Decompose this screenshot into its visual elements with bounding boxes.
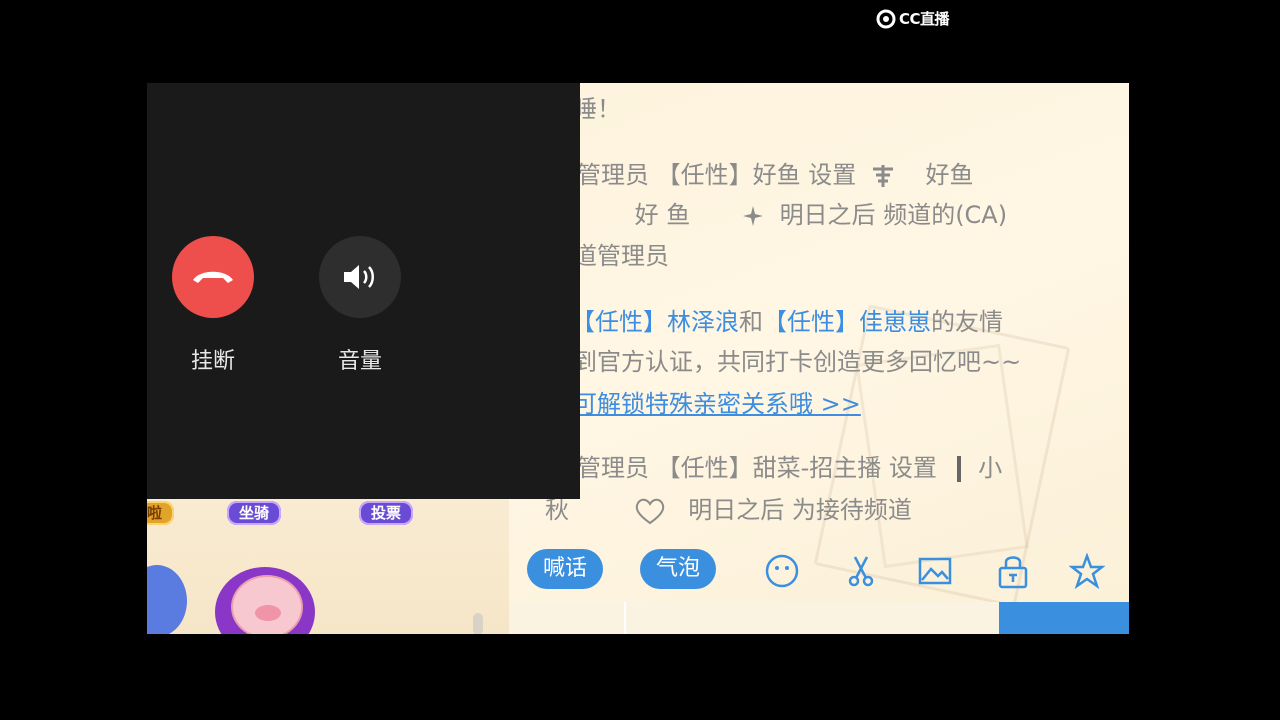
chat-text: 和 [739, 308, 763, 336]
user-link[interactable]: 【任性】林泽浪 [571, 308, 739, 336]
chat-panel: 睡！ 管理员 【任性】好鱼 设置 好鱼 好 鱼 明日之后 频道的(CA) 道管理… [509, 83, 1129, 634]
emoji-icon[interactable] [764, 553, 800, 589]
divider [624, 602, 626, 634]
send-button[interactable] [999, 602, 1129, 634]
chat-input-row [509, 602, 1129, 634]
user-link[interactable]: 【任性】佳崽崽 [763, 308, 931, 336]
chat-message: 道管理员 [573, 240, 669, 272]
pig-nose [255, 605, 281, 621]
heart-icon [635, 498, 664, 525]
pig-face [231, 575, 303, 634]
divider [956, 456, 961, 482]
game-gift-icon[interactable] [147, 565, 187, 634]
chat-text: 好鱼 [925, 161, 974, 189]
phone-hangup-icon [193, 271, 233, 283]
chat-text: 的友情 [931, 308, 1003, 336]
chat-message: 管理员 【任性】好鱼 设置 好鱼 [577, 159, 974, 191]
lock-icon[interactable] [995, 553, 1031, 589]
hangup-button[interactable] [172, 236, 254, 318]
chat-message: 秋 明日之后 为接待频道 [545, 494, 912, 526]
speaker-icon [344, 265, 374, 289]
watermark-text: CC直播 [899, 10, 950, 28]
gift-label-mount[interactable]: 坐骑 [227, 501, 282, 525]
badge-icon [872, 165, 893, 187]
star-icon[interactable] [1069, 553, 1105, 589]
pig-gift-icon[interactable] [215, 567, 315, 634]
scissors-icon[interactable] [843, 553, 879, 589]
shout-button[interactable]: 喊话 [527, 549, 604, 589]
hangup-label: 挂断 [190, 349, 235, 374]
chat-message: 【任性】林泽浪和【任性】佳崽崽的友情 [571, 306, 1003, 338]
gift-label[interactable]: 啦 [147, 501, 175, 525]
gift-label-vote[interactable]: 投票 [359, 501, 414, 525]
chat-text: 秋 [545, 496, 569, 524]
voice-call-panel: 挂断 音量 [147, 83, 580, 499]
chat-text: 明日之后 为接待频道 [688, 496, 912, 524]
chat-message: 到官方认证，共同打卡创造更多回忆吧~~ [573, 346, 1021, 378]
sparkle-icon [742, 206, 763, 226]
chat-text: 小 [978, 454, 1003, 482]
chat-message: 可解锁特殊亲密关系哦 >> [573, 388, 861, 420]
bubble-button[interactable]: 气泡 [640, 549, 717, 589]
chat-text: 好 鱼 [634, 201, 691, 229]
volume-label: 音量 [337, 349, 382, 374]
chat-text: 明日之后 频道的(CA) [779, 201, 1008, 229]
chat-toolbar: 喊话 气泡 [509, 541, 1129, 601]
chat-message: 管理员 【任性】甜菜-招主播 设置 小 [577, 452, 1002, 484]
chat-message: 睡！ [573, 93, 621, 125]
chat-text: 管理员 【任性】甜菜-招主播 设置 [577, 454, 937, 482]
volume-button[interactable] [319, 236, 401, 318]
chat-text: 睡！ [573, 95, 621, 123]
scrollbar[interactable] [473, 613, 483, 634]
cc-logo-icon [876, 9, 896, 28]
cc-live-watermark: CC直播 [876, 8, 950, 29]
image-icon[interactable] [917, 553, 953, 589]
chat-message: 好 鱼 明日之后 频道的(CA) [569, 199, 1007, 231]
unlock-relation-link[interactable]: 可解锁特殊亲密关系哦 >> [573, 390, 861, 418]
chat-text: 到官方认证，共同打卡创造更多回忆吧~~ [573, 348, 1022, 376]
chat-text: 道管理员 [573, 242, 669, 270]
chat-text: 管理员 【任性】好鱼 设置 [577, 161, 857, 189]
